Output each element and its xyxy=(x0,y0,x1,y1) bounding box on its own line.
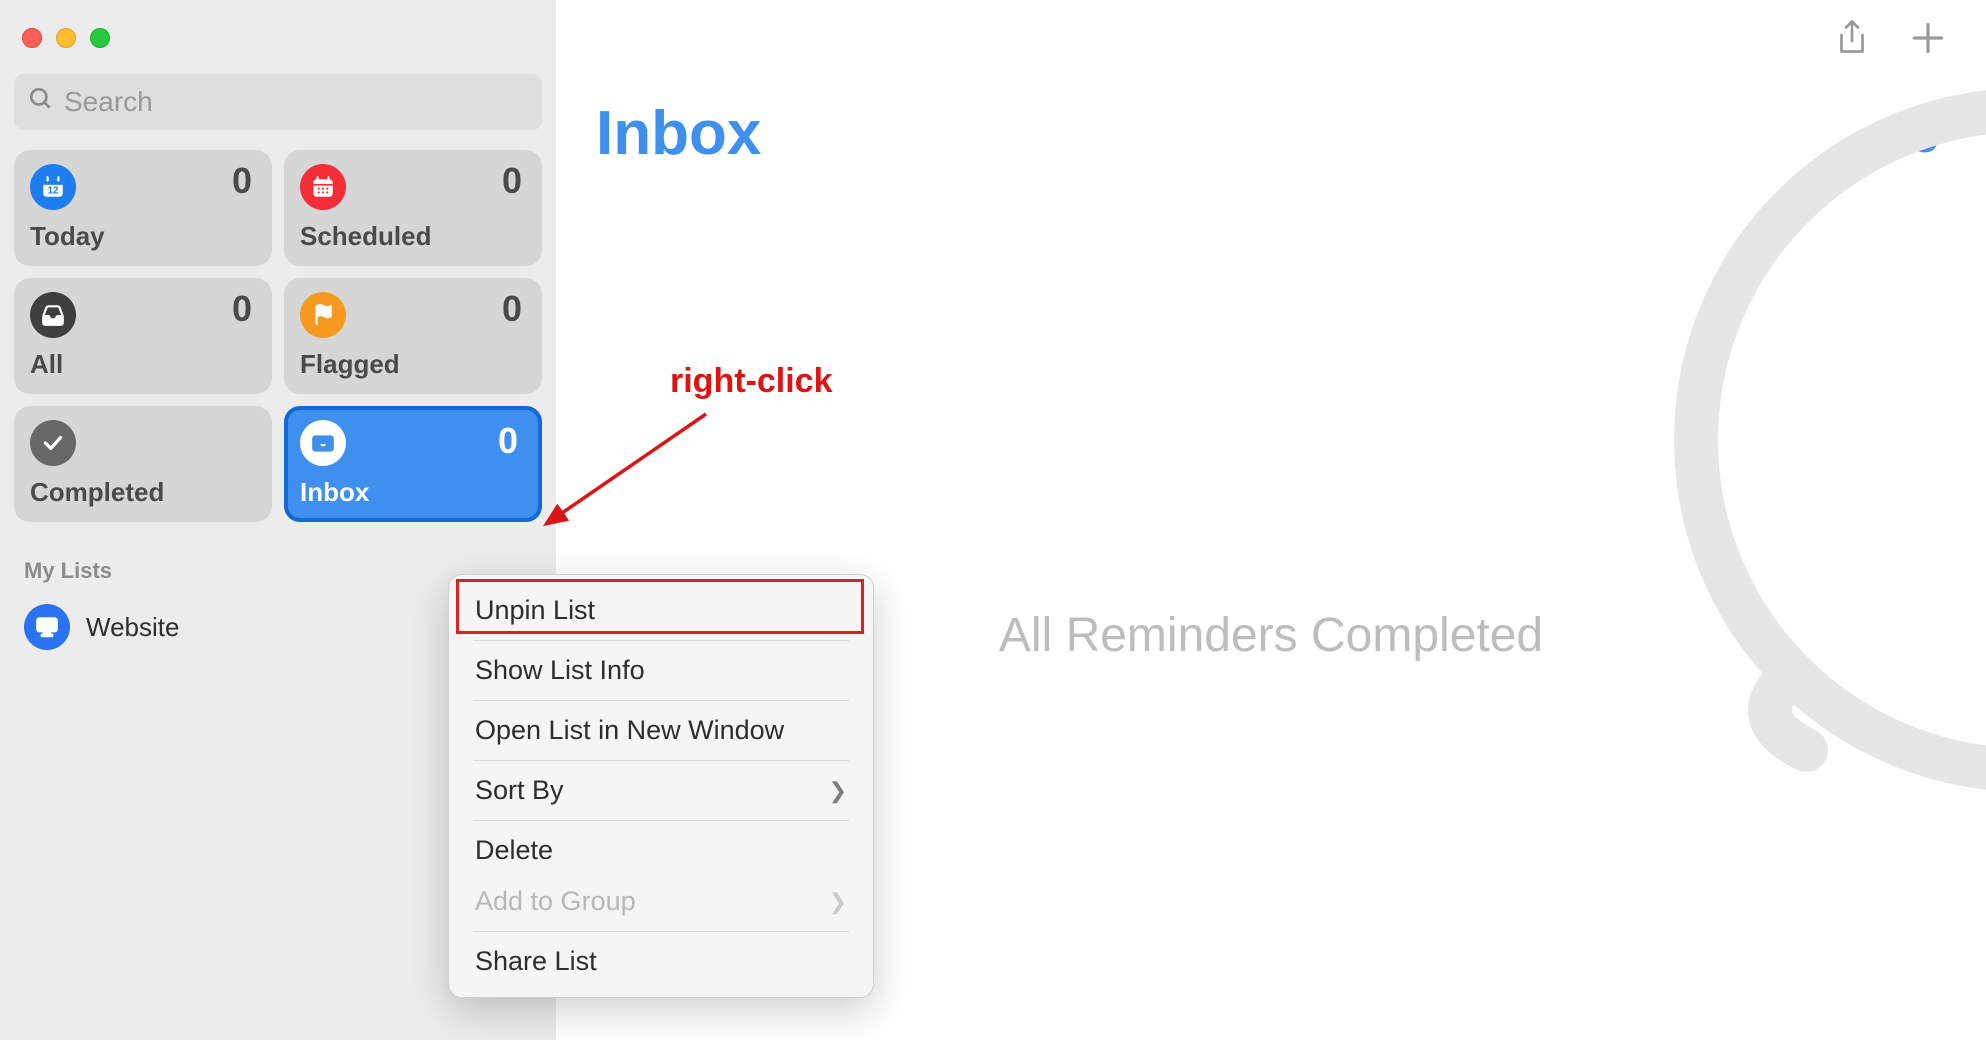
menu-item-sort-by[interactable]: Sort By ❯ xyxy=(449,765,873,816)
smart-tile-label: Completed xyxy=(30,477,254,508)
menu-item-unpin-list[interactable]: Unpin List xyxy=(449,585,873,636)
context-menu: Unpin List Show List Info Open List in N… xyxy=(448,574,874,998)
search-icon xyxy=(28,86,54,119)
smart-tile-completed[interactable]: Completed xyxy=(14,406,272,522)
smart-tile-today[interactable]: 12 0 Today xyxy=(14,150,272,266)
svg-text:12: 12 xyxy=(48,186,59,197)
window-close-button[interactable] xyxy=(22,28,42,48)
inbox-icon xyxy=(300,420,346,466)
smart-lists-grid: 12 0 Today 0 Scheduled 0 All 0 xyxy=(14,150,542,522)
toolbar xyxy=(1834,18,1946,63)
menu-separator xyxy=(473,820,849,821)
smart-tile-count: 0 xyxy=(502,288,522,330)
list-item-label: Website xyxy=(86,612,179,643)
menu-item-open-new-window[interactable]: Open List in New Window xyxy=(449,705,873,756)
smart-tile-count: 0 xyxy=(232,288,252,330)
search-input[interactable] xyxy=(64,86,528,118)
add-button[interactable] xyxy=(1910,20,1946,61)
menu-item-delete[interactable]: Delete xyxy=(449,825,873,876)
window-maximize-button[interactable] xyxy=(90,28,110,48)
window-minimize-button[interactable] xyxy=(56,28,76,48)
smart-tile-label: Inbox xyxy=(300,477,524,508)
empty-state-text: All Reminders Completed xyxy=(999,608,1543,663)
menu-separator xyxy=(473,931,849,932)
search-field[interactable] xyxy=(14,74,542,130)
smart-tile-count: 0 xyxy=(498,420,518,462)
smart-tile-count: 0 xyxy=(232,160,252,202)
smart-tile-label: Scheduled xyxy=(300,221,524,252)
smart-tile-label: Today xyxy=(30,221,254,252)
tray-icon xyxy=(30,292,76,338)
window-controls xyxy=(14,18,542,74)
menu-separator xyxy=(473,640,849,641)
page-title: Inbox xyxy=(596,0,1946,169)
page-count: 0 xyxy=(1908,96,1942,167)
menu-item-show-list-info[interactable]: Show List Info xyxy=(449,645,873,696)
smart-tile-label: Flagged xyxy=(300,349,524,380)
smart-tile-label: All xyxy=(30,349,254,380)
menu-item-add-to-group: Add to Group ❯ xyxy=(449,876,873,927)
smart-tile-all[interactable]: 0 All xyxy=(14,278,272,394)
smart-tile-scheduled[interactable]: 0 Scheduled xyxy=(284,150,542,266)
smart-tile-flagged[interactable]: 0 Flagged xyxy=(284,278,542,394)
menu-item-share-list[interactable]: Share List xyxy=(449,936,873,987)
annotation-label: right-click xyxy=(670,362,832,401)
flag-icon xyxy=(300,292,346,338)
checkmark-icon xyxy=(30,420,76,466)
share-button[interactable] xyxy=(1834,18,1870,63)
calendar-icon xyxy=(300,164,346,210)
menu-separator xyxy=(473,760,849,761)
display-icon xyxy=(24,604,70,650)
calendar-today-icon: 12 xyxy=(30,164,76,210)
menu-separator xyxy=(473,700,849,701)
smart-tile-inbox[interactable]: 0 Inbox xyxy=(284,406,542,522)
chevron-right-icon: ❯ xyxy=(829,778,847,804)
chevron-right-icon: ❯ xyxy=(829,889,847,915)
smart-tile-count: 0 xyxy=(502,160,522,202)
